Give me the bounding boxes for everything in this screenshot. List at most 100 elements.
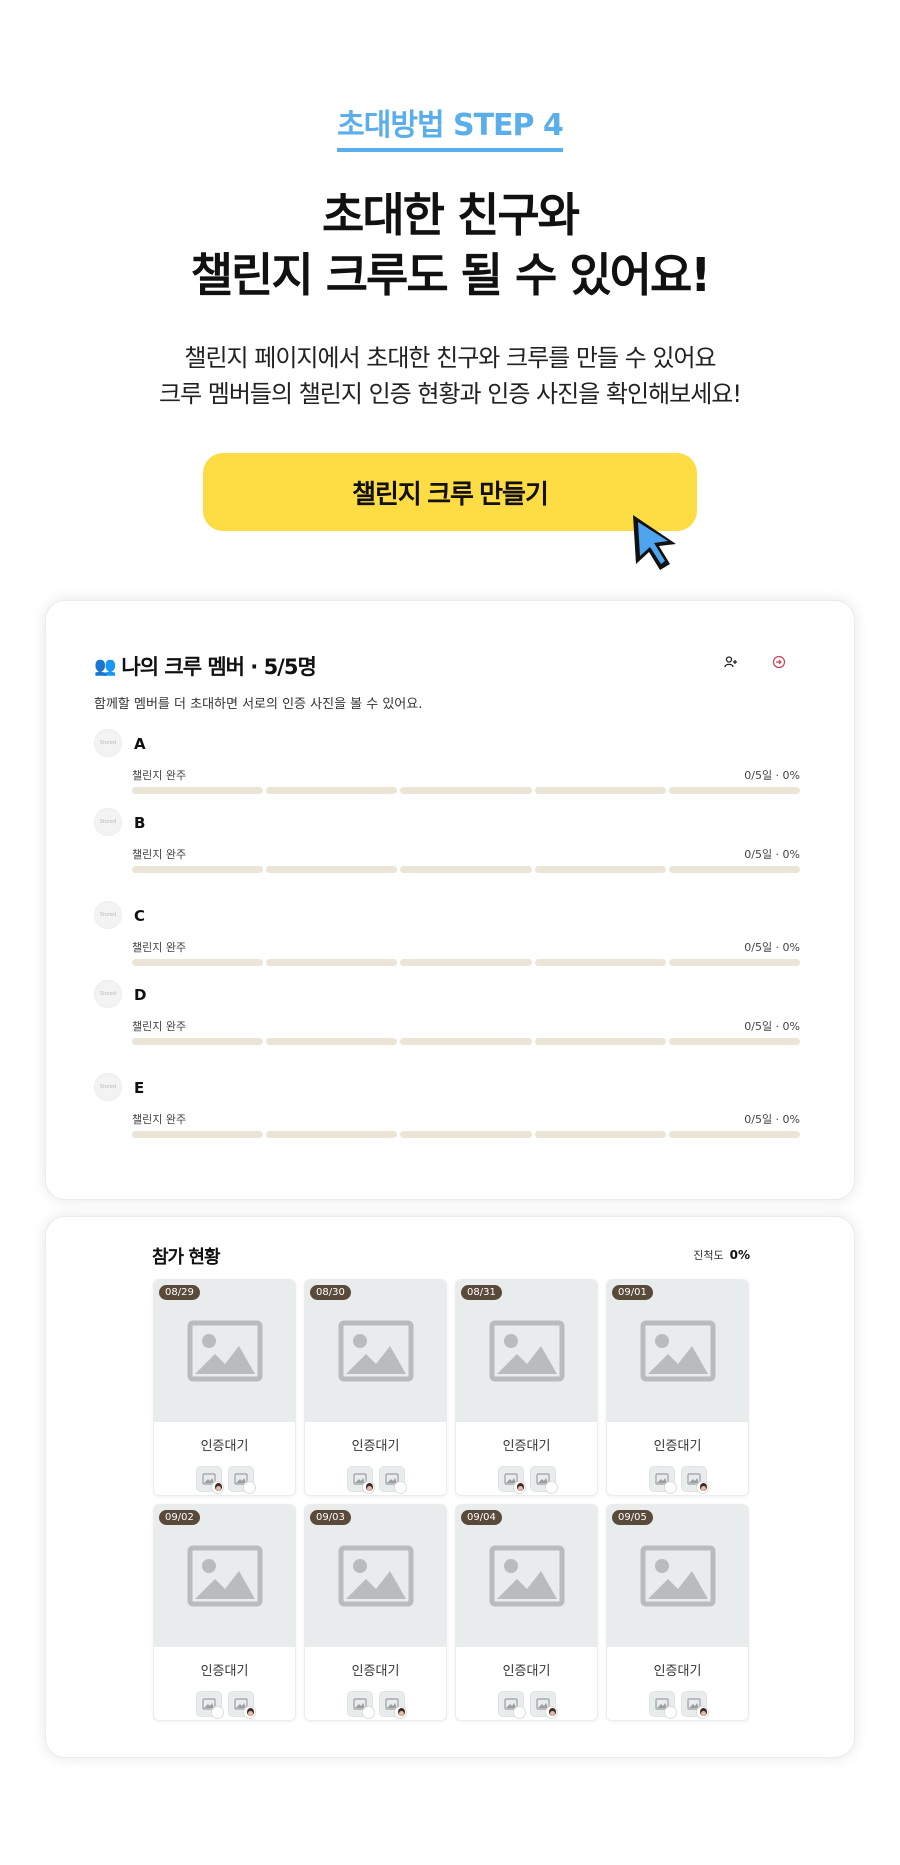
member-avatar-mini [512,1481,526,1494]
member-avatar-mini [210,1706,224,1719]
photo-placeholder [607,1505,748,1647]
member-name: D [134,986,147,1004]
photo-thumb[interactable] [648,1466,677,1494]
member-avatar-mini [393,1706,407,1719]
status-text: 인증대기 [351,1439,400,1454]
photo-thumb[interactable] [195,1466,224,1494]
day-tile[interactable]: 08/29 인증대기 [153,1279,296,1496]
image-placeholder-icon [640,1320,715,1382]
crew-subtitle: 함께할 멤버를 더 초대하면 서로의 인증 사진을 볼 수 있어요. [94,697,423,712]
status-text: 인증대기 [200,1664,249,1679]
member-row: Stored A 챌린지 완주 0/5일 · 0% [94,729,801,799]
status-text: 인증대기 [200,1439,249,1454]
member-label: 챌린지 완주 [132,941,187,954]
member-avatar-mini [393,1481,407,1494]
photo-placeholder [456,1505,597,1647]
member-avatar-mini [361,1706,375,1719]
participation-title: 참가 현황 [152,1247,221,1268]
photo-placeholder [154,1280,295,1422]
member-row: Stored D 챌린지 완주 0/5일 · 0% [94,980,801,1050]
date-badge: 09/02 [159,1510,200,1525]
day-tile[interactable]: 09/04 인증대기 [455,1504,598,1721]
member-thumbs [456,1691,597,1719]
date-badge: 08/30 [310,1285,351,1300]
member-name: E [134,1079,145,1097]
create-crew-button[interactable]: 챌린지 크루 만들기 [203,453,697,531]
member-row: Stored E 챌린지 완주 0/5일 · 0% [94,1073,801,1143]
member-row: Stored C 챌린지 완주 0/5일 · 0% [94,901,801,971]
photo-thumb[interactable] [346,1691,375,1719]
photo-thumb[interactable] [680,1691,709,1719]
photo-thumb[interactable] [648,1691,677,1719]
member-thumbs [305,1691,446,1719]
member-avatar-mini [544,1481,558,1494]
member-avatar-mini [695,1706,709,1719]
photo-thumb[interactable] [497,1466,526,1494]
headline: 초대한 친구와 챌린지 크루도 될 수 있어요! [0,185,900,305]
image-placeholder-icon [489,1545,564,1607]
photo-thumb[interactable] [346,1466,375,1494]
leave-crew-icon[interactable] [770,653,788,671]
image-placeholder-icon [187,1545,262,1607]
member-name: C [134,907,146,925]
photo-thumb[interactable] [195,1691,224,1719]
photo-thumb[interactable] [227,1466,256,1494]
photo-thumb[interactable] [378,1466,407,1494]
crew-title: 👥 나의 크루 멤버 · 5/5명 [94,651,317,681]
date-badge: 09/03 [310,1510,351,1525]
crew-actions [722,653,788,671]
step-label: 초대방법 STEP 4 [0,100,900,152]
image-placeholder-icon [187,1320,262,1382]
avatar: Stored [94,980,122,1008]
date-badge: 08/29 [159,1285,200,1300]
photo-thumb[interactable] [378,1691,407,1719]
date-badge: 09/05 [612,1510,653,1525]
progress-bars [132,1131,801,1138]
day-tile[interactable]: 08/31 인증대기 [455,1279,598,1496]
member-avatar-mini [544,1706,558,1719]
status-text: 인증대기 [502,1664,551,1679]
progress-value: 0% [729,1248,750,1262]
image-placeholder-icon [640,1545,715,1607]
add-member-icon[interactable] [722,653,740,671]
member-thumbs [607,1466,748,1494]
people-icon: 👥 [94,655,116,677]
member-progress: 0/5일 · 0% [744,848,800,861]
photo-placeholder [305,1280,446,1422]
member-label: 챌린지 완주 [132,848,187,861]
progress-bars [132,787,801,794]
day-tile[interactable]: 09/02 인증대기 [153,1504,296,1721]
avatar: Stored [94,1073,122,1101]
member-avatar-mini [695,1481,709,1494]
headline-line-2: 챌린지 크루도 될 수 있어요! [190,248,712,302]
photo-thumb[interactable] [497,1691,526,1719]
date-badge: 08/31 [461,1285,502,1300]
member-progress: 0/5일 · 0% [744,769,800,782]
member-avatar-mini [361,1481,375,1494]
photo-thumb[interactable] [529,1466,558,1494]
status-text: 인증대기 [653,1664,702,1679]
member-progress: 0/5일 · 0% [744,941,800,954]
photo-thumb[interactable] [227,1691,256,1719]
description-line-2: 크루 멤버들의 챌린지 인증 현황과 인증 사진을 확인해보세요! [158,380,742,408]
day-tile[interactable]: 08/30 인증대기 [304,1279,447,1496]
avatar: Stored [94,901,122,929]
status-text: 인증대기 [351,1664,400,1679]
crew-title-text: 나의 크루 멤버 · 5/5명 [121,655,316,679]
photo-placeholder [305,1505,446,1647]
day-tile[interactable]: 09/01 인증대기 [606,1279,749,1496]
crew-members-card: 👥 나의 크루 멤버 · 5/5명 함께할 멤버를 더 초대하면 서로의 인증 … [45,600,855,1200]
status-text: 인증대기 [502,1439,551,1454]
date-badge: 09/04 [461,1510,502,1525]
image-placeholder-icon [338,1545,413,1607]
day-tile[interactable]: 09/05 인증대기 [606,1504,749,1721]
status-text: 인증대기 [653,1439,702,1454]
day-tile[interactable]: 09/03 인증대기 [304,1504,447,1721]
progress-bars [132,1038,801,1045]
photo-thumb[interactable] [680,1466,709,1494]
member-thumbs [154,1691,295,1719]
member-avatar-mini [242,1481,256,1494]
photo-thumb[interactable] [529,1691,558,1719]
progress-bars [132,866,801,873]
participation-card: 참가 현황 진척도 0% 08/29 인증대기 08/30 인증대기 08/31… [45,1216,855,1758]
